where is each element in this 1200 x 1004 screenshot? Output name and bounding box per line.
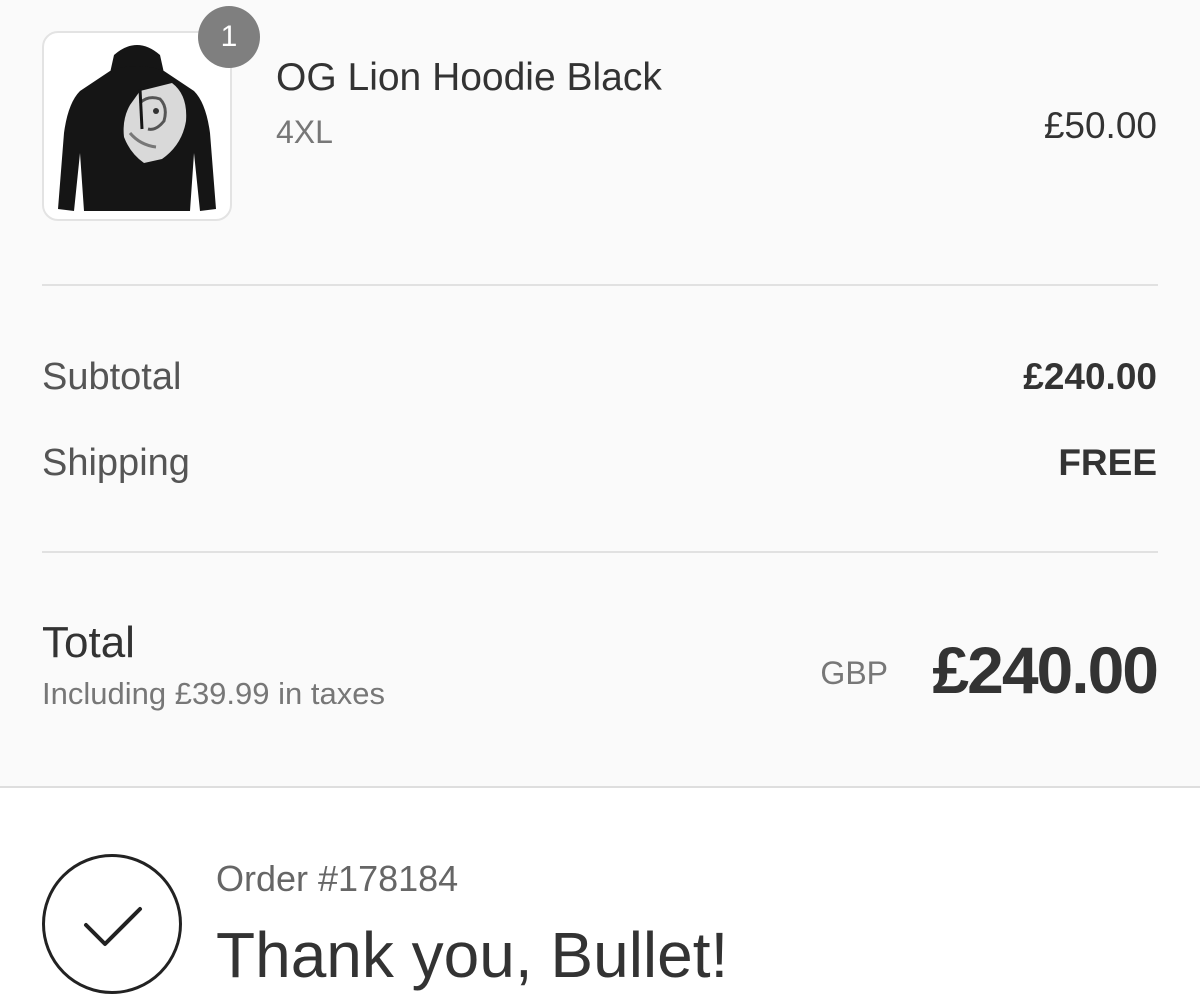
product-price: £50.00 — [1043, 105, 1157, 146]
hoodie-image — [58, 45, 216, 211]
subtotal-value: £240.00 — [1023, 356, 1157, 397]
order-number: Order #178184 — [216, 858, 459, 899]
divider — [42, 551, 1158, 553]
quantity-badge: 1 — [198, 6, 260, 68]
checkmark-circle-icon — [42, 854, 182, 994]
order-summary: 1 OG Lion Hoodie Black 4XL £50.00 Subtot… — [0, 0, 1200, 788]
currency-code: GBP — [820, 655, 888, 691]
shipping-label: Shipping — [42, 442, 190, 484]
thank-you-heading: Thank you, Bullet! — [216, 919, 729, 991]
tax-note: Including £39.99 in taxes — [42, 676, 385, 711]
subtotal-label: Subtotal — [42, 356, 182, 398]
divider — [42, 284, 1158, 286]
product-variant: 4XL — [276, 114, 333, 150]
shipping-value: FREE — [1058, 442, 1157, 483]
total-label: Total — [42, 618, 135, 667]
product-thumbnail — [42, 31, 232, 221]
total-value: £240.00 — [932, 633, 1159, 707]
product-name: OG Lion Hoodie Black — [276, 56, 662, 99]
